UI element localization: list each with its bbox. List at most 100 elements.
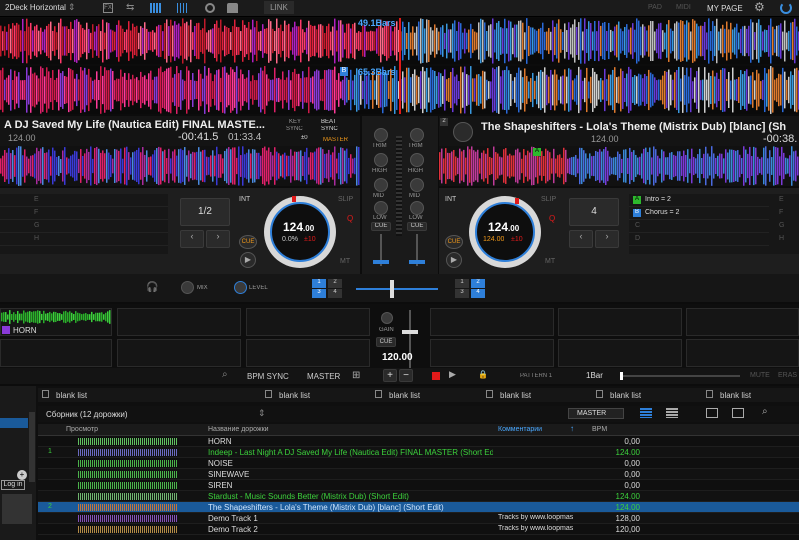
layout-select[interactable]: 2Deck Horizontal [5, 3, 66, 12]
col-title[interactable]: Название дорожки [208, 426, 269, 433]
deck1-int-button[interactable]: INT [239, 196, 250, 203]
deck1-loop-prev[interactable]: ‹ [180, 230, 204, 248]
sampler-slot-2[interactable] [117, 308, 241, 336]
tab-blank-list-2[interactable]: blank list [279, 391, 310, 400]
fx1-button-r[interactable]: 1 [455, 279, 469, 288]
sampler-master-button[interactable]: MASTER [307, 372, 340, 381]
sampler-slot-8[interactable] [117, 339, 241, 367]
deck2-quantize[interactable]: Q [549, 214, 555, 223]
sampler-slot-7[interactable] [0, 339, 112, 367]
chevron-updown-icon[interactable]: ⇕ [68, 2, 76, 13]
crossfader-handle[interactable] [390, 280, 394, 298]
col-comment[interactable]: Комментарии [498, 426, 542, 433]
split-icon[interactable]: ⇆ [126, 2, 134, 13]
level-knob[interactable] [234, 281, 247, 294]
grid-icon[interactable] [150, 3, 161, 13]
row-preview-waveform[interactable] [78, 449, 178, 456]
ch1-fader-handle[interactable] [373, 260, 389, 264]
sampler-slot-10[interactable] [430, 339, 554, 367]
master-select[interactable]: MASTER [568, 408, 624, 419]
ch1-high-knob[interactable] [374, 153, 388, 167]
sidebar-item-selected[interactable] [0, 418, 28, 428]
erase-button[interactable]: ERAS [778, 372, 797, 379]
link-button[interactable]: LINK [264, 1, 294, 14]
sampler-slot-5[interactable] [558, 308, 682, 336]
deck2-play-button[interactable]: ▶ [446, 252, 462, 268]
table-row[interactable]: 1 Indeep - Last Night A DJ Saved My Life … [38, 447, 799, 458]
mute-button[interactable]: MUTE [750, 372, 770, 379]
deck1-loop-length[interactable]: 1/2 [180, 198, 230, 226]
deck1-cue-button[interactable]: CUE [239, 235, 257, 249]
deck1-slip-button[interactable]: SLIP [338, 196, 353, 203]
table-row[interactable]: 2 The Shapeshifters - Lola's Theme (Mistr… [38, 502, 799, 513]
add-icon[interactable]: + [17, 470, 27, 480]
sampler-slot-9[interactable] [246, 339, 370, 367]
deck2-cue-button[interactable]: CUE [445, 235, 463, 249]
pattern-select[interactable]: PATTERN 1 [520, 373, 552, 379]
table-row[interactable]: SIREN 0,00 [38, 480, 799, 491]
row-preview-waveform[interactable] [78, 504, 178, 511]
detail-view-icon[interactable] [666, 408, 678, 418]
sampler-slot-11[interactable] [558, 339, 682, 367]
search-icon[interactable]: ⌕ [222, 369, 228, 380]
headphones-icon[interactable]: 🎧 [146, 282, 158, 293]
sampler-cue-button[interactable]: CUE [376, 337, 396, 347]
fx3-button[interactable]: 3 [312, 289, 326, 298]
ch1-cue-button[interactable]: CUE [371, 222, 391, 231]
table-row[interactable]: Demo Track 1 Tracks by www.loopmas 128,00 [38, 513, 799, 524]
ch1-low-knob[interactable] [374, 201, 388, 215]
panel-icon[interactable] [732, 408, 744, 418]
deck2-loop-prev[interactable]: ‹ [569, 230, 593, 248]
sampler-slot-6[interactable] [686, 308, 799, 336]
gear-icon[interactable]: ⚙ [754, 0, 765, 14]
record-icon[interactable] [205, 3, 215, 13]
table-row[interactable]: Demo Track 2 Tracks by www.loopmas 120,00 [38, 524, 799, 535]
ch2-fader-handle[interactable] [409, 260, 425, 264]
pad-row-e[interactable]: E [0, 194, 168, 207]
logo-icon[interactable] [780, 2, 792, 14]
ch1-trim-knob[interactable] [374, 128, 388, 142]
pad-row-g[interactable]: G [0, 220, 168, 233]
sidebar-scrollbar[interactable] [29, 412, 35, 482]
record-button[interactable] [432, 372, 440, 380]
sampler-slot-4[interactable] [430, 308, 554, 336]
deck1-quantize[interactable]: Q [347, 214, 353, 223]
pad-row-f[interactable]: F [779, 209, 783, 216]
tab-blank-list-3[interactable]: blank list [389, 391, 420, 400]
pad-row-e[interactable]: E [779, 196, 784, 203]
deck1-loop-next[interactable]: › [206, 230, 230, 248]
pad-row-h[interactable]: H [0, 233, 168, 246]
table-row[interactable]: NOISE 0,00 [38, 458, 799, 469]
midi-button[interactable]: MIDI [676, 4, 691, 11]
col-bpm[interactable]: BPM [592, 426, 607, 433]
beat-sync-button[interactable]: SYNC [321, 126, 338, 132]
search-icon[interactable]: ⌕ [762, 406, 768, 417]
fx2-button-r[interactable]: 2 [471, 279, 485, 288]
lock-icon[interactable]: 🔒 [478, 370, 488, 379]
deck2-slip-button[interactable]: SLIP [541, 196, 556, 203]
row-preview-waveform[interactable] [78, 438, 178, 445]
pad-row-g[interactable]: G [779, 222, 784, 229]
sampler-icon[interactable] [227, 3, 238, 13]
sort-asc-icon[interactable]: ↑ [570, 424, 574, 433]
tab-blank-list-6[interactable]: blank list [720, 391, 751, 400]
col-preview[interactable]: Просмотр [66, 426, 98, 433]
ch2-trim-knob[interactable] [410, 128, 424, 142]
table-row[interactable]: SINEWAVE 0,00 [38, 469, 799, 480]
bar-length[interactable]: 1Bar [586, 371, 603, 380]
deck2-loop-length[interactable]: 4 [569, 198, 619, 226]
row-preview-waveform[interactable] [78, 471, 178, 478]
fx3-button-r[interactable]: 3 [455, 289, 469, 298]
sampler-progress-handle[interactable] [620, 372, 623, 380]
row-preview-waveform[interactable] [78, 482, 178, 489]
pad-row-h[interactable]: H [779, 235, 784, 242]
mix-knob[interactable] [181, 281, 194, 294]
add-button[interactable]: + [383, 369, 397, 382]
deck1-jog-wheel[interactable]: 124.00 0.0% ±10 [264, 196, 336, 268]
fx-icon[interactable]: FX [103, 3, 113, 13]
fx1-button[interactable]: 1 [312, 279, 326, 288]
table-row[interactable]: HORN 0,00 [38, 436, 799, 447]
fx2-button[interactable]: 2 [328, 279, 342, 288]
login-button[interactable]: Log in [1, 480, 25, 490]
deck1-mt-button[interactable]: MT [340, 258, 350, 265]
